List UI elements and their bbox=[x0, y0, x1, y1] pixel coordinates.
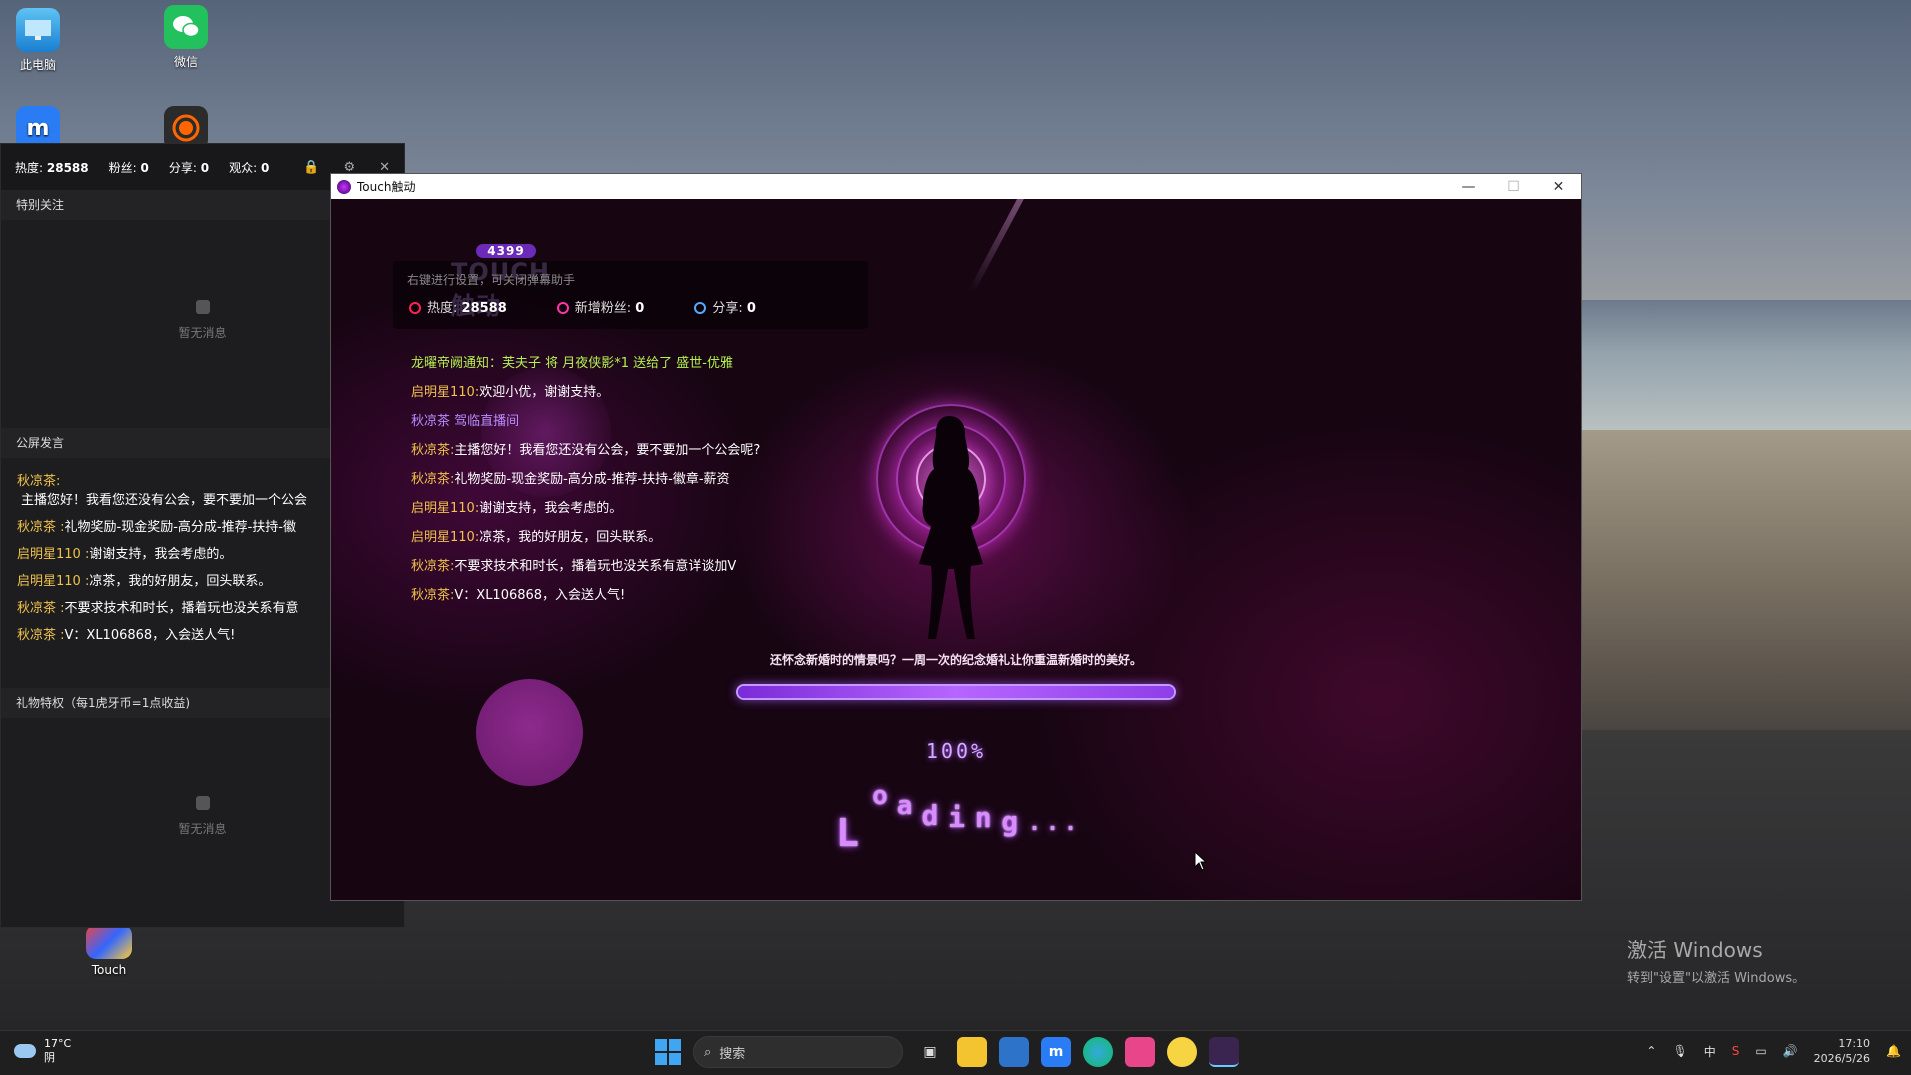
touch-taskbar-icon[interactable] bbox=[1209, 1037, 1239, 1067]
empty-icon bbox=[195, 300, 210, 314]
store-icon[interactable] bbox=[999, 1037, 1029, 1067]
desktop-icon-label: 微信 bbox=[173, 55, 198, 69]
file-explorer-icon[interactable] bbox=[957, 1037, 987, 1067]
purple-orb bbox=[476, 679, 583, 786]
music-app-icon[interactable] bbox=[1125, 1037, 1155, 1067]
cloud-icon bbox=[14, 1044, 36, 1058]
weather-widget[interactable]: 17°C 阴 bbox=[14, 1037, 71, 1065]
loading-progress-bar bbox=[736, 684, 1176, 700]
loading-letter: i bbox=[948, 801, 965, 834]
touch-game-icon bbox=[86, 925, 132, 959]
new-fans-value: 0 bbox=[635, 301, 645, 316]
lock-icon[interactable]: 🔒 bbox=[303, 160, 319, 175]
desktop-icon-touch[interactable]: Touch bbox=[71, 925, 147, 977]
clock[interactable]: 17:10 2026/5/26 bbox=[1814, 1036, 1870, 1066]
windows-activation-watermark: 激活 Windows 转到"设置"以激活 Windows。 bbox=[1627, 938, 1806, 986]
search-icon: ⌕ bbox=[704, 1044, 712, 1060]
maximize-button[interactable]: ☐ bbox=[1491, 174, 1536, 199]
microphone-icon[interactable]: 🎙 bbox=[1672, 1044, 1687, 1058]
task-view-icon[interactable]: ▣ bbox=[915, 1037, 945, 1067]
loading-tip: 还怀念新婚时的情景吗？一周一次的纪念婚礼让你重温新婚时的美好。 bbox=[769, 653, 1142, 667]
assistant-viewers-value: 0 bbox=[260, 160, 270, 175]
share-value: 0 bbox=[746, 301, 756, 316]
window-title: Touch触动 bbox=[357, 180, 416, 194]
m-app-taskbar-icon[interactable]: m bbox=[1041, 1037, 1071, 1067]
heart-icon bbox=[556, 302, 569, 314]
feed-chat-line: 秋凉茶:V：XL106868，入会送人气! bbox=[411, 588, 626, 603]
volume-icon[interactable]: 🔊 bbox=[1783, 1044, 1798, 1058]
feed-notify-line: 龙曜帝阙通知：芙夫子 将 月夜侠影*1 送给了 盛世-优雅 bbox=[411, 356, 733, 371]
heat-value: 28588 bbox=[461, 301, 507, 316]
network-icon[interactable]: ▭ bbox=[1755, 1044, 1766, 1058]
window-titlebar[interactable]: Touch触动 — ☐ ✕ bbox=[331, 174, 1581, 199]
system-tray: ⌃ 🎙 中 S ▭ 🔊 17:10 2026/5/26 🔔 bbox=[1646, 1036, 1901, 1066]
desktop-icon-label: 此电脑 bbox=[19, 58, 56, 72]
wechat-icon bbox=[164, 5, 208, 49]
assistant-heat-value: 28588 bbox=[46, 160, 89, 175]
dancer-silhouette bbox=[919, 416, 983, 639]
loading-text: Loading... bbox=[836, 771, 1096, 855]
feed-chat-line: 秋凉茶:礼物奖励-现金奖励-高分成-推荐-扶持-徽章-薪资 bbox=[411, 472, 730, 487]
game-loading-screen: 4399 TOUCH触动 右键进行设置，可关闭弹幕助手 热度: 28588 新增… bbox=[331, 199, 1581, 900]
mouse-cursor-icon bbox=[1194, 851, 1208, 871]
desktop-icon-this-pc[interactable]: 此电脑 bbox=[0, 8, 76, 73]
sogou-icon[interactable]: S bbox=[1732, 1044, 1740, 1058]
loading-percent: 100% bbox=[925, 739, 987, 763]
touch-app-icon bbox=[337, 179, 351, 194]
monitor-icon bbox=[16, 8, 60, 52]
taskbar: 17°C 阴 ⌕ 搜索 ▣ m ⌃ 🎙 中 S ▭ 🔊 17:10 2026/5/… bbox=[0, 1030, 1911, 1075]
notification-icon[interactable]: 🔔 bbox=[1886, 1044, 1901, 1058]
share-icon bbox=[694, 302, 707, 314]
loading-letter: L bbox=[836, 811, 859, 855]
desktop-icon-label: Touch bbox=[91, 963, 127, 977]
flame-icon bbox=[409, 302, 421, 314]
feed-chat-line: 秋凉茶:主播您好！我看您还没有公会，要不要加一个公会呢? bbox=[411, 443, 761, 458]
feed-chat-line: 启明星110:欢迎小优，谢谢支持。 bbox=[411, 385, 610, 400]
touch-window: Touch触动 — ☐ ✕ 4399 TOUCH触动 右键进行设置，可关闭弹幕助… bbox=[330, 173, 1582, 901]
loading-letter: d bbox=[921, 799, 939, 832]
light-beam bbox=[968, 199, 1096, 294]
loading-letter: o bbox=[872, 781, 888, 811]
window-stats-box: 右键进行设置，可关闭弹幕助手 热度: 28588 新增粉丝: 0 分享: 0 bbox=[393, 261, 868, 329]
loading-letter: . bbox=[1027, 811, 1042, 836]
assistant-tip: 右键进行设置，可关闭弹幕助手 bbox=[407, 273, 576, 287]
taskbar-search[interactable]: ⌕ 搜索 bbox=[693, 1036, 903, 1068]
assistant-share-value: 0 bbox=[200, 160, 210, 175]
edge-browser-icon[interactable] bbox=[1083, 1037, 1113, 1067]
game-app-icon[interactable] bbox=[1167, 1037, 1197, 1067]
wallpaper-sand bbox=[1580, 430, 1911, 730]
loading-progress-fill bbox=[738, 686, 1174, 698]
empty-icon bbox=[195, 796, 210, 810]
ime-indicator[interactable]: 中 bbox=[1704, 1043, 1716, 1060]
assistant-fans-value: 0 bbox=[140, 160, 149, 175]
feed-chat-line: 启明星110:凉茶，我的好朋友，回头联系。 bbox=[411, 530, 662, 545]
loading-letter: a bbox=[896, 791, 913, 821]
desktop-icon-wechat[interactable]: 微信 bbox=[148, 5, 224, 70]
loading-letter: . bbox=[1045, 811, 1060, 836]
loading-letter: n bbox=[974, 801, 992, 834]
minimize-button[interactable]: — bbox=[1446, 174, 1491, 199]
danmaku-feed: 龙曜帝阙通知：芙夫子 将 月夜侠影*1 送给了 盛世-优雅 启明星110:欢迎小… bbox=[411, 349, 871, 610]
close-button[interactable]: ✕ bbox=[1536, 174, 1581, 199]
feed-chat-line: 秋凉茶:不要求技术和时长，播着玩也没关系有意详谈加V bbox=[411, 559, 737, 574]
wallpaper-sea bbox=[1580, 300, 1911, 430]
loading-letter: g bbox=[1001, 805, 1019, 838]
start-button[interactable] bbox=[655, 1039, 681, 1065]
chevron-up-icon[interactable]: ⌃ bbox=[1646, 1044, 1656, 1058]
feed-enter-line: 秋凉茶 驾临直播间 bbox=[411, 414, 520, 429]
feed-chat-line: 启明星110:谢谢支持，我会考虑的。 bbox=[411, 501, 623, 516]
loading-letter: . bbox=[1063, 811, 1078, 836]
